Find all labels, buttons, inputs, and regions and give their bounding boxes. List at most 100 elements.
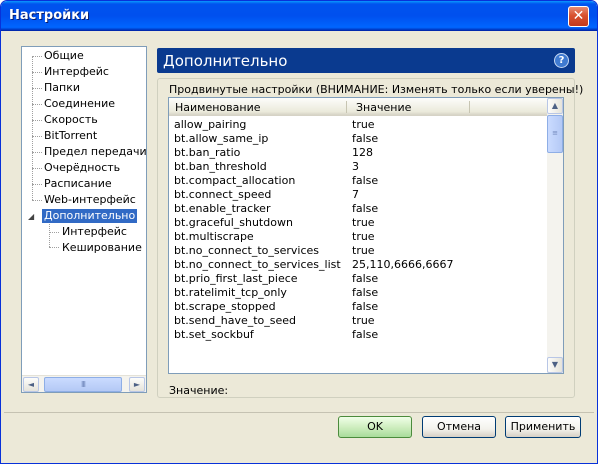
tree-branch [32,88,42,89]
table-row[interactable]: bt.prio_first_last_piece false [169,272,549,286]
row-name: allow_pairing [174,118,247,131]
scroll-up-icon[interactable]: ▲ [547,98,563,114]
table-row[interactable]: bt.scrape_stopped false [169,300,549,314]
table-row[interactable]: bt.compact_allocation false [169,174,549,188]
tree-item-web-ui[interactable]: Web-интерфейс [44,193,136,207]
scroll-down-icon[interactable]: ▼ [547,357,563,373]
tree-branch [49,247,59,248]
list-header: Наименование Значение [169,98,549,116]
row-name: bt.scrape_stopped [174,300,276,313]
dialog-body: Общие Интерфейс Папки Соединение Скорост… [4,31,594,461]
row-name: bt.no_connect_to_services_list [174,258,341,271]
table-row[interactable]: bt.ban_threshold 3 [169,160,549,174]
tree-item-bittorrent[interactable]: BitTorrent [44,129,97,143]
row-value: true [352,118,375,131]
tree-branch [32,136,42,137]
scroll-left-icon[interactable]: ◄ [23,377,39,392]
table-row[interactable]: bt.ratelimit_tcp_only false [169,286,549,300]
tree-item-ui-extras[interactable]: Интерфейс [62,225,127,239]
row-value: 128 [352,146,373,159]
table-row[interactable]: bt.no_connect_to_services_list 25,110,666… [169,258,549,272]
row-name: bt.compact_allocation [174,174,296,187]
row-value: 7 [352,188,359,201]
row-value: 3 [352,160,359,173]
window-title: Настройки [9,8,90,23]
tree-item-speed[interactable]: Скорость [44,113,98,127]
cancel-button[interactable]: Отмена [422,416,496,438]
help-icon[interactable]: ? [554,53,569,68]
close-button[interactable]: ✕ [568,6,589,27]
row-value: false [352,132,379,145]
tree-item-advanced[interactable]: Дополнительно [42,209,138,223]
apply-button[interactable]: Применить [505,416,581,438]
tree-branch [32,152,42,153]
section-header: Дополнительно ? [157,48,575,73]
settings-window: Настройки ✕ Общие Интерфейс Папки Соедин… [0,0,598,464]
settings-list[interactable]: Наименование Значение allow_pairing true … [168,97,564,374]
column-header-name[interactable]: Наименование [175,101,260,114]
tree-branch [49,232,59,233]
tree-item-general[interactable]: Общие [44,49,84,63]
collapse-icon[interactable]: ◢ [28,213,35,221]
row-value: false [352,300,379,313]
tree-item-disk-cache[interactable]: Кеширование [62,241,142,255]
row-value: false [352,328,379,341]
row-name: bt.no_connect_to_services [174,244,320,257]
table-row[interactable]: bt.connect_speed 7 [169,188,549,202]
row-name: bt.graceful_shutdown [174,216,293,229]
table-row[interactable]: bt.multiscrape true [169,230,549,244]
row-name: bt.set_sockbuf [174,328,254,341]
table-row[interactable]: bt.set_sockbuf false [169,328,549,342]
row-name: bt.enable_tracker [174,202,271,215]
tree-item-connection[interactable]: Соединение [44,97,115,111]
tree-branch [32,120,42,121]
row-name: bt.connect_speed [174,188,272,201]
tree-branch [32,200,42,201]
column-header-value[interactable]: Значение [356,101,411,114]
row-value: 25,110,6666,6667 [352,258,454,271]
row-name: bt.send_have_to_seed [174,314,297,327]
table-row[interactable]: allow_pairing true [169,118,549,132]
ok-button[interactable]: OK [338,416,412,438]
row-name: bt.ban_threshold [174,160,267,173]
settings-tree: Общие Интерфейс Папки Соединение Скорост… [21,46,147,393]
table-row[interactable]: bt.graceful_shutdown true [169,216,549,230]
table-row[interactable]: bt.send_have_to_seed true [169,314,549,328]
tree-item-transfer-cap[interactable]: Предел передачи [44,145,147,159]
row-name: bt.allow_same_ip [174,132,269,145]
tree-connector-line [49,220,50,247]
row-name: bt.ratelimit_tcp_only [174,286,287,299]
row-value: false [352,174,379,187]
tree-item-queueing[interactable]: Очерёдность [44,161,120,175]
tree-branch [32,72,42,73]
column-separator[interactable] [469,101,470,113]
scroll-thumb[interactable]: ≡ [547,115,563,153]
title-bar[interactable]: Настройки ✕ [1,1,597,31]
scroll-right-icon[interactable]: ► [129,377,145,392]
table-row[interactable]: bt.ban_ratio 128 [169,146,549,160]
tree-connector-line [32,56,33,200]
scroll-thumb[interactable]: III [44,377,122,392]
table-row[interactable]: bt.allow_same_ip false [169,132,549,146]
tree-branch [32,168,42,169]
tree-item-scheduler[interactable]: Расписание [44,177,112,191]
row-value: true [352,230,375,243]
tree-horizontal-scrollbar[interactable]: ◄ III ► [22,375,146,392]
column-separator[interactable] [346,101,347,113]
tree-branch [32,104,42,105]
row-value: true [352,216,375,229]
row-name: bt.multiscrape [174,230,254,243]
table-row[interactable]: bt.no_connect_to_services true [169,244,549,258]
row-name: bt.prio_first_last_piece [174,272,298,285]
row-value: false [352,272,379,285]
tree-item-interface[interactable]: Интерфейс [44,65,109,79]
tree-branch [32,184,42,185]
row-value: false [352,286,379,299]
group-label: Продвинутые настройки (ВНИМАНИЕ: Изменят… [169,83,584,96]
table-row[interactable]: bt.enable_tracker false [169,202,549,216]
list-vertical-scrollbar[interactable]: ▲ ≡ ▼ [547,98,563,373]
tree-item-folders[interactable]: Папки [44,81,80,95]
row-name: bt.ban_ratio [174,146,241,159]
section-title: Дополнительно [163,52,288,70]
button-bar-divider [4,412,594,413]
